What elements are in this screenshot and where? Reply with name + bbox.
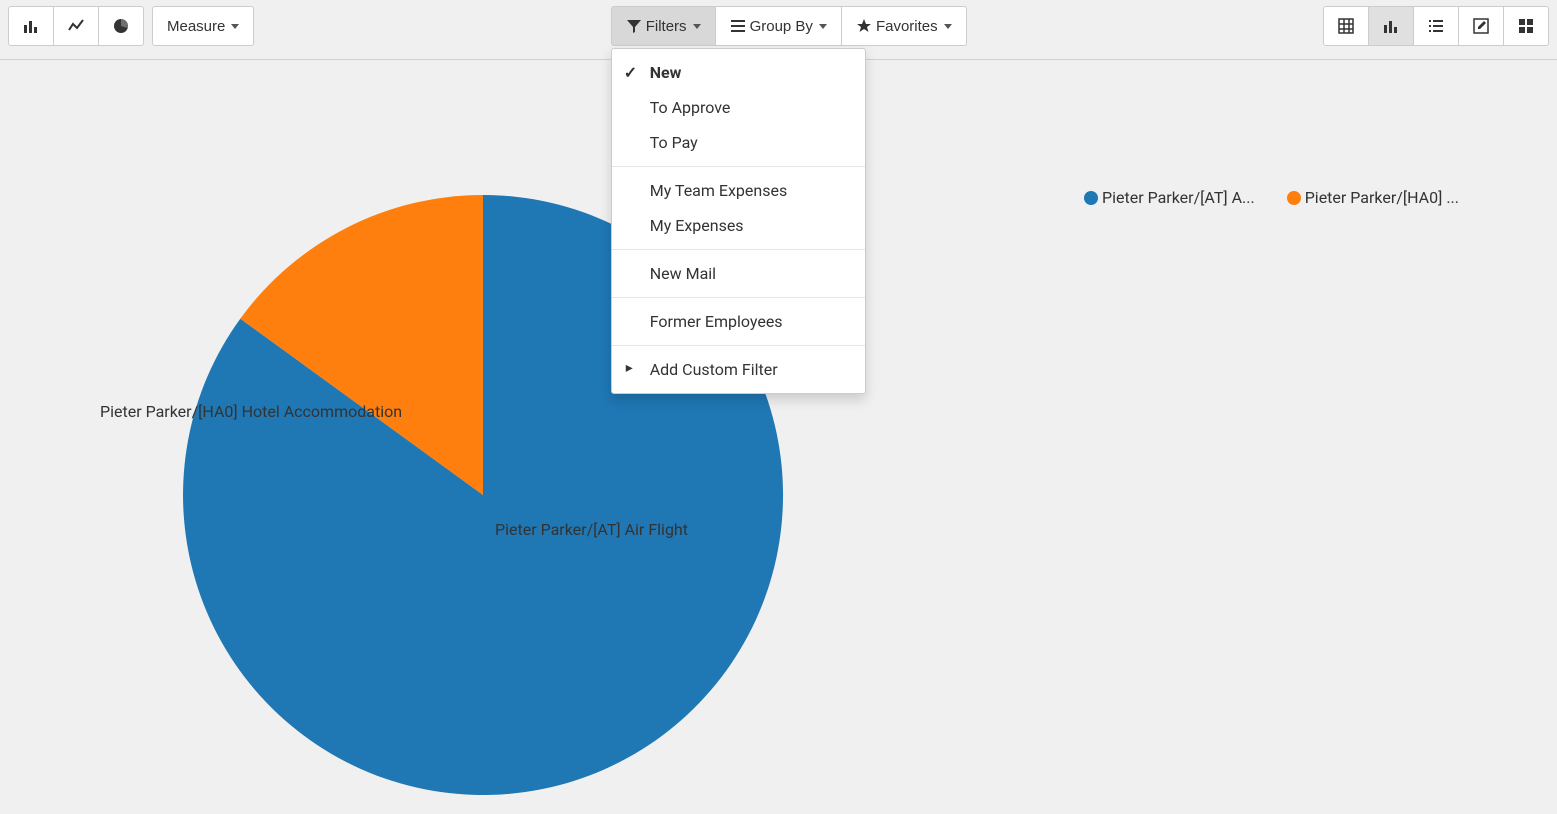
legend-swatch-icon (1287, 191, 1301, 205)
dropdown-divider (612, 166, 865, 167)
list-icon (730, 18, 746, 34)
filters-label: Filters (646, 18, 687, 35)
pivot-view-button[interactable] (1323, 6, 1369, 46)
measure-label: Measure (167, 18, 225, 35)
dropdown-divider (612, 249, 865, 250)
dropdown-divider (612, 345, 865, 346)
list-view-button[interactable] (1414, 6, 1459, 46)
form-view-button[interactable] (1459, 6, 1504, 46)
groupby-button[interactable]: Group By (716, 6, 842, 46)
pie-label-hotel: Pieter Parker/[HA0] Hotel Accommodation (100, 402, 402, 421)
bar-chart-button[interactable] (8, 6, 54, 46)
table-icon (1338, 18, 1354, 34)
legend-item-air-flight[interactable]: Pieter Parker/[AT] A... (1084, 188, 1255, 207)
caret-icon (693, 24, 701, 29)
dropdown-divider (612, 297, 865, 298)
filter-item-new-mail[interactable]: New Mail (612, 256, 865, 291)
line-chart-button[interactable] (54, 6, 99, 46)
toolbar-right (1323, 6, 1549, 46)
graph-view-button[interactable] (1369, 6, 1414, 46)
line-chart-icon (68, 18, 84, 34)
favorites-button[interactable]: Favorites (842, 6, 967, 46)
filters-dropdown-wrapper: Filters New To Approve To Pay My Team Ex… (611, 6, 716, 46)
search-options-group: Filters New To Approve To Pay My Team Ex… (611, 6, 967, 46)
filter-item-former-employees[interactable]: Former Employees (612, 304, 865, 339)
pie-chart-icon (113, 18, 129, 34)
measure-button[interactable]: Measure (152, 6, 254, 46)
caret-icon (944, 24, 952, 29)
bar-chart-icon (23, 18, 39, 34)
kanban-icon (1518, 18, 1534, 34)
caret-icon (819, 24, 827, 29)
bar-chart-icon (1383, 18, 1399, 34)
toolbar-left: Measure (8, 6, 254, 46)
groupby-label: Group By (750, 18, 813, 35)
filter-item-add-custom[interactable]: Add Custom Filter (612, 352, 865, 387)
legend-swatch-icon (1084, 191, 1098, 205)
list-view-icon (1428, 18, 1444, 34)
star-icon (856, 18, 872, 34)
legend-item-hotel[interactable]: Pieter Parker/[HA0] ... (1287, 188, 1459, 207)
caret-icon (231, 24, 239, 29)
chart-type-group (8, 6, 144, 46)
pie-label-air-flight: Pieter Parker/[AT] Air Flight (495, 520, 688, 539)
legend-label: Pieter Parker/[HA0] ... (1305, 188, 1459, 207)
legend-label: Pieter Parker/[AT] A... (1102, 188, 1255, 207)
kanban-view-button[interactable] (1504, 6, 1549, 46)
filter-item-my-team-expenses[interactable]: My Team Expenses (612, 173, 865, 208)
edit-icon (1473, 18, 1489, 34)
favorites-label: Favorites (876, 18, 938, 35)
filter-item-new[interactable]: New (612, 55, 865, 90)
filter-item-my-expenses[interactable]: My Expenses (612, 208, 865, 243)
pie-chart-button[interactable] (99, 6, 144, 46)
toolbar: Measure Filters New To Approve To Pay My… (0, 0, 1557, 60)
filter-icon (626, 18, 642, 34)
chart-legend: Pieter Parker/[AT] A... Pieter Parker/[H… (1084, 188, 1459, 207)
view-switcher-group (1323, 6, 1549, 46)
filter-item-to-pay[interactable]: To Pay (612, 125, 865, 160)
filter-item-to-approve[interactable]: To Approve (612, 90, 865, 125)
filters-dropdown-menu: New To Approve To Pay My Team Expenses M… (611, 48, 866, 394)
toolbar-center: Filters New To Approve To Pay My Team Ex… (611, 6, 967, 46)
filters-button[interactable]: Filters (611, 6, 716, 46)
